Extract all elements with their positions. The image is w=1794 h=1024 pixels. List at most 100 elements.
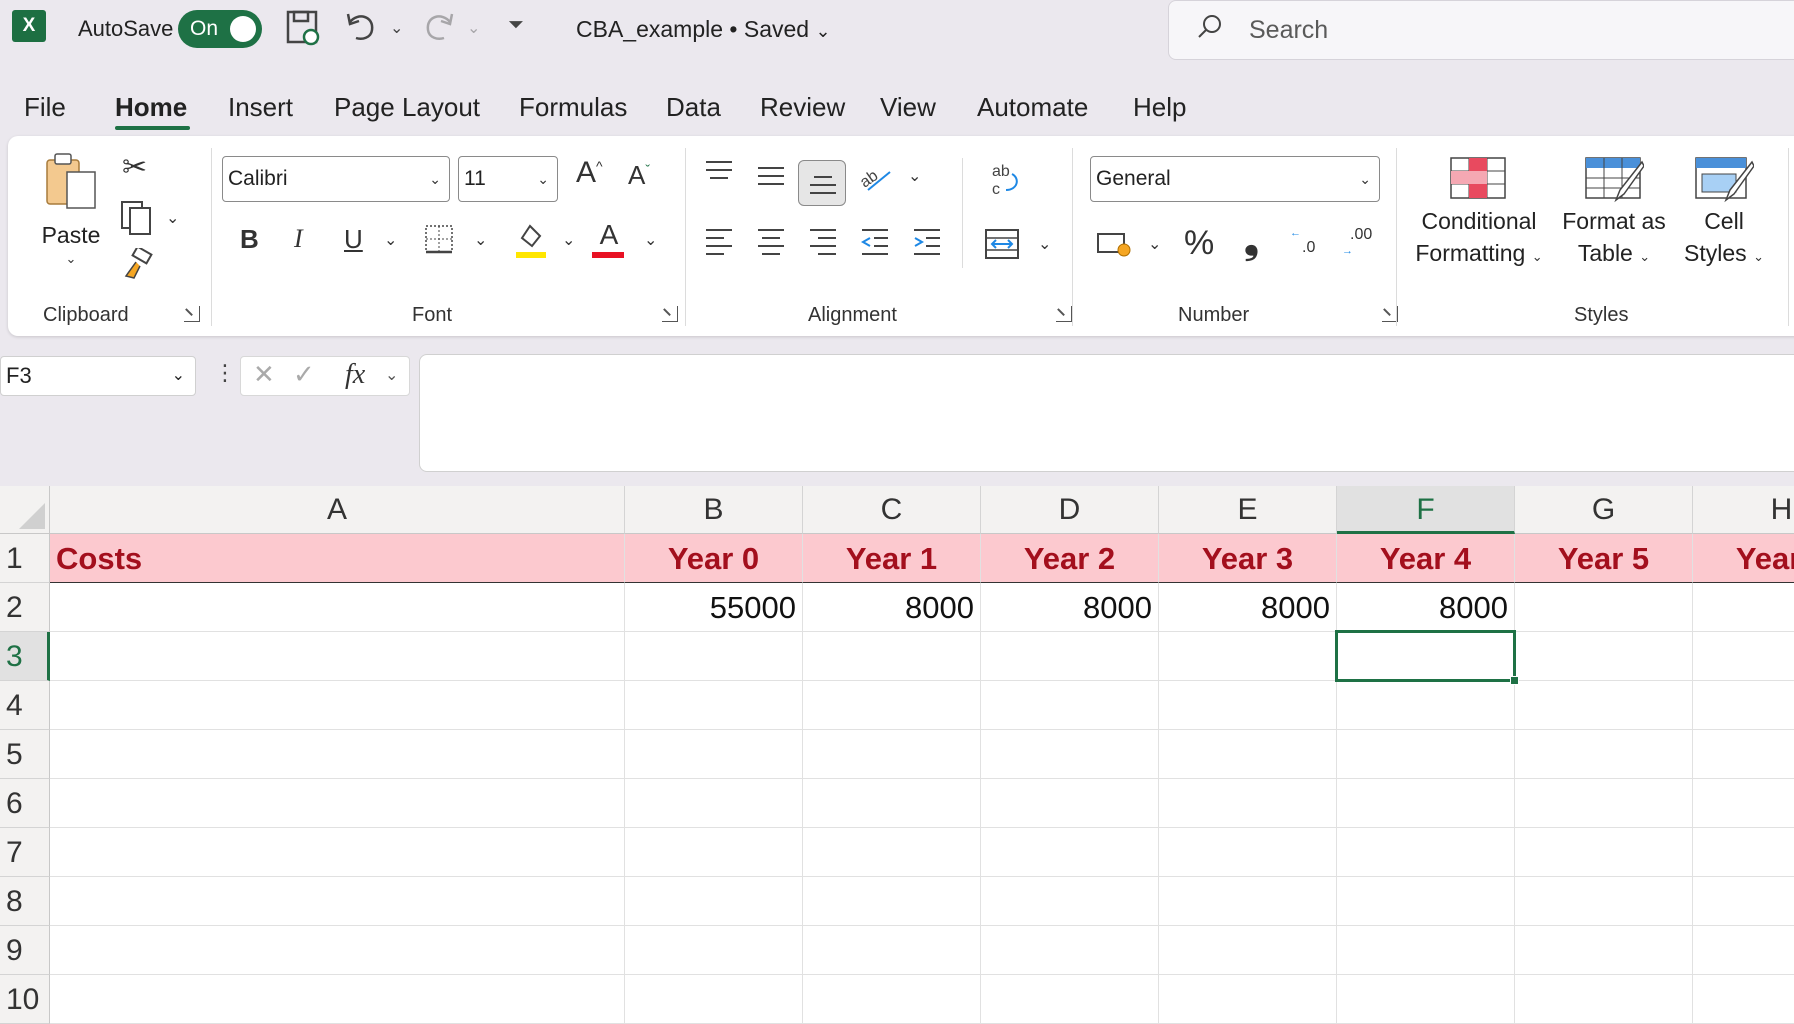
redo-icon[interactable] [422,8,456,50]
underline-dropdown-icon[interactable]: ⌄ [384,230,397,250]
cell-h10[interactable] [1693,975,1794,1024]
cell-b7[interactable] [625,828,803,877]
align-left-icon[interactable] [704,228,734,261]
cell-f1[interactable]: Year 4 [1337,534,1515,583]
formula-input[interactable] [419,354,1794,472]
font-size-dropdown[interactable]: 11 ⌄ [458,156,558,202]
cell-g7[interactable] [1515,828,1693,877]
borders-icon[interactable] [424,224,454,259]
column-header-b[interactable]: B [625,486,803,534]
decrease-font-icon[interactable]: Aˇ [628,160,650,191]
cell-a7[interactable] [50,828,625,877]
cell-e2[interactable]: 8000 [1159,583,1337,632]
cell-f8[interactable] [1337,877,1515,926]
insert-function-icon[interactable]: fx [345,359,365,391]
cell-d1[interactable]: Year 2 [981,534,1159,583]
cell-b4[interactable] [625,681,803,730]
cell-b8[interactable] [625,877,803,926]
orientation-icon[interactable]: ab [857,160,892,199]
bold-button[interactable]: B [240,224,259,255]
font-color-icon[interactable]: A [592,220,626,258]
tab-review[interactable]: Review [760,92,845,123]
cell-h2[interactable] [1693,583,1794,632]
number-format-dropdown[interactable]: General ⌄ [1090,156,1380,202]
cell-c3[interactable] [803,632,981,681]
cell-g2[interactable] [1515,583,1693,632]
cell-f3[interactable] [1337,632,1515,681]
cell-d4[interactable] [981,681,1159,730]
tab-help[interactable]: Help [1133,92,1186,123]
cell-g4[interactable] [1515,681,1693,730]
font-color-dropdown-icon[interactable]: ⌄ [644,230,657,250]
row-header-7[interactable]: 7 [0,828,50,877]
increase-font-icon[interactable]: A^ [576,156,603,190]
cell-e5[interactable] [1159,730,1337,779]
underline-button[interactable]: U [344,224,363,255]
cell-f2[interactable]: 8000 [1337,583,1515,632]
cell-styles-button[interactable]: Cell Styles ⌄ [1684,156,1764,273]
cell-h9[interactable] [1693,926,1794,975]
align-right-icon[interactable] [808,228,838,261]
cell-d10[interactable] [981,975,1159,1024]
cell-e1[interactable]: Year 3 [1159,534,1337,583]
format-as-table-button[interactable]: Format as Table ⌄ [1562,156,1666,273]
cell-c2[interactable]: 8000 [803,583,981,632]
cell-d7[interactable] [981,828,1159,877]
cell-e9[interactable] [1159,926,1337,975]
cell-a9[interactable] [50,926,625,975]
cut-icon[interactable]: ✂ [122,150,147,185]
cell-g1[interactable]: Year 5 [1515,534,1693,583]
cell-f6[interactable] [1337,779,1515,828]
cell-c4[interactable] [803,681,981,730]
cell-e4[interactable] [1159,681,1337,730]
column-header-c[interactable]: C [803,486,981,534]
confirm-entry-icon[interactable]: ✓ [293,359,315,390]
increase-decimal-button[interactable]: ← .0 [1290,226,1330,256]
undo-icon[interactable] [344,8,378,50]
cell-a6[interactable] [50,779,625,828]
cell-b9[interactable] [625,926,803,975]
customize-toolbar-icon[interactable]: ⏷ [508,14,524,37]
cancel-entry-icon[interactable]: ✕ [253,359,275,390]
cell-g5[interactable] [1515,730,1693,779]
cell-e8[interactable] [1159,877,1337,926]
tab-page-layout[interactable]: Page Layout [334,92,480,123]
cell-g9[interactable] [1515,926,1693,975]
align-middle-icon[interactable] [756,166,786,195]
decrease-indent-icon[interactable] [860,228,890,261]
search-box[interactable]: Search [1168,0,1794,60]
cell-h8[interactable] [1693,877,1794,926]
cell-g6[interactable] [1515,779,1693,828]
cell-c10[interactable] [803,975,981,1024]
tab-home[interactable]: Home [115,92,187,123]
cell-g8[interactable] [1515,877,1693,926]
conditional-formatting-button[interactable]: Conditional Formatting ⌄ [1414,156,1544,273]
clipboard-launcher-icon[interactable] [184,306,200,322]
cell-a1[interactable]: Costs [50,534,625,583]
cell-f7[interactable] [1337,828,1515,877]
accounting-format-icon[interactable] [1096,230,1132,263]
row-header-2[interactable]: 2 [0,583,50,632]
redo-dropdown-icon[interactable]: ⌄ [467,18,480,38]
formula-bar-grip-icon[interactable]: ⋮ [214,360,236,386]
cell-d2[interactable]: 8000 [981,583,1159,632]
cell-d6[interactable] [981,779,1159,828]
font-name-dropdown[interactable]: Calibri ⌄ [222,156,450,202]
fill-color-dropdown-icon[interactable]: ⌄ [562,230,575,250]
tab-view[interactable]: View [880,92,936,123]
row-header-9[interactable]: 9 [0,926,50,975]
cell-f5[interactable] [1337,730,1515,779]
cell-c5[interactable] [803,730,981,779]
cell-b2[interactable]: 55000 [625,583,803,632]
cell-a2[interactable] [50,583,625,632]
percent-style-button[interactable]: % [1184,224,1214,263]
row-header-6[interactable]: 6 [0,779,50,828]
cell-a3[interactable] [50,632,625,681]
cell-h7[interactable] [1693,828,1794,877]
cell-e10[interactable] [1159,975,1337,1024]
cell-h1[interactable]: Year 6 [1693,534,1794,583]
column-header-h[interactable]: H [1693,486,1794,534]
row-header-8[interactable]: 8 [0,877,50,926]
cell-h5[interactable] [1693,730,1794,779]
merge-dropdown-icon[interactable]: ⌄ [1038,234,1051,254]
